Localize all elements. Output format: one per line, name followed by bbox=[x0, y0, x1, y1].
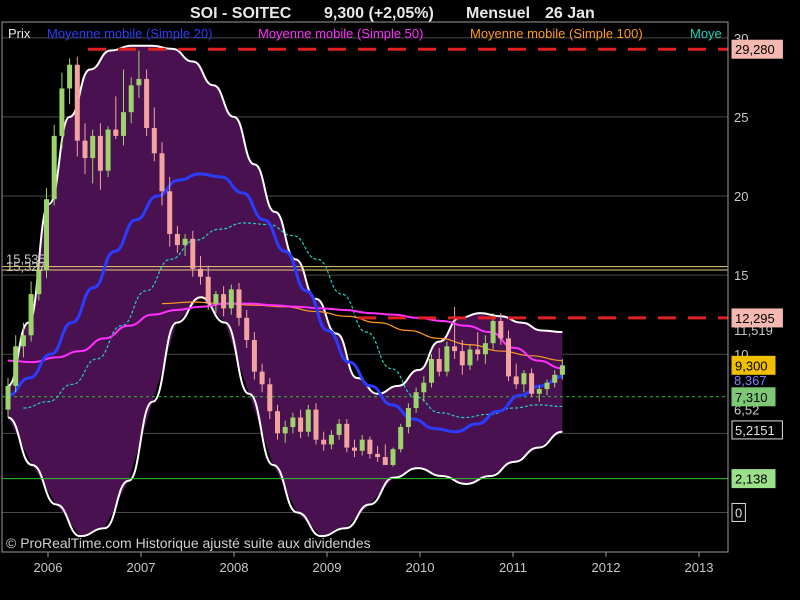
chart-title-period: Mensuel bbox=[466, 5, 530, 22]
candle bbox=[429, 354, 434, 388]
legend-item-ma100: Moyenne mobile (Simple 100) bbox=[470, 26, 643, 41]
price-tag: 5,2151 bbox=[731, 420, 783, 440]
candle bbox=[305, 404, 311, 437]
price-tag: 12,295 bbox=[731, 308, 783, 328]
overlapped-price-tag: 8,367 bbox=[734, 373, 767, 388]
price-chart: 15,53515,327 SOI - SOITEC 9,300 (+2,05%)… bbox=[0, 0, 800, 600]
svg-text:7,310: 7,310 bbox=[735, 390, 768, 405]
x-tick-label: 2010 bbox=[406, 560, 435, 575]
svg-text:29,280: 29,280 bbox=[735, 42, 775, 57]
candle bbox=[390, 447, 396, 467]
candle bbox=[105, 126, 111, 178]
chart-title-price: 9,300 (+2,05%) bbox=[324, 5, 434, 22]
legend: Prix Moyenne mobile (Simple 20) Moyenne … bbox=[8, 26, 722, 41]
svg-text:2,138: 2,138 bbox=[735, 472, 768, 487]
x-tick-label: 2009 bbox=[313, 560, 342, 575]
candle bbox=[51, 124, 57, 206]
y-tick-label: 25 bbox=[734, 110, 748, 125]
x-tick-label: 2011 bbox=[499, 560, 527, 575]
svg-text:12,295: 12,295 bbox=[735, 311, 775, 326]
candle bbox=[444, 341, 450, 377]
legend-item-ma50: Moyenne mobile (Simple 50) bbox=[258, 26, 423, 41]
y-tick-label: 20 bbox=[734, 189, 748, 204]
price-tag: 7,310 bbox=[731, 387, 776, 407]
candle bbox=[398, 423, 404, 453]
legend-item-price: Prix bbox=[8, 26, 31, 41]
candle bbox=[344, 419, 350, 453]
candle bbox=[144, 69, 150, 136]
x-tick-label: 2013 bbox=[685, 560, 714, 575]
chart-title-symbol: SOI - SOITEC bbox=[190, 5, 292, 22]
svg-text:9,300: 9,300 bbox=[735, 358, 768, 373]
y-tick-label: 15 bbox=[734, 268, 748, 283]
svg-text:0: 0 bbox=[735, 505, 742, 520]
x-tick-label: 2007 bbox=[127, 560, 156, 575]
x-tick-label: 2012 bbox=[592, 560, 621, 575]
x-tick-label: 2006 bbox=[34, 560, 63, 575]
legend-item-extra: Moye bbox=[690, 26, 722, 41]
candle bbox=[44, 188, 49, 279]
x-tick-label: 2008 bbox=[220, 560, 249, 575]
price-tag: 9,300 bbox=[731, 355, 776, 375]
footer-copyright: © ProRealTime.com Historique ajusté suit… bbox=[6, 535, 371, 551]
chart-title-date: 26 Jan bbox=[545, 5, 595, 22]
price-tag: 29,280 bbox=[731, 39, 783, 59]
price-tag: 2,138 bbox=[731, 469, 776, 489]
svg-text:5,2151: 5,2151 bbox=[735, 423, 775, 438]
legend-item-ma20: Moyenne mobile (Simple 20) bbox=[47, 26, 212, 41]
price-tag: 0 bbox=[731, 502, 746, 522]
